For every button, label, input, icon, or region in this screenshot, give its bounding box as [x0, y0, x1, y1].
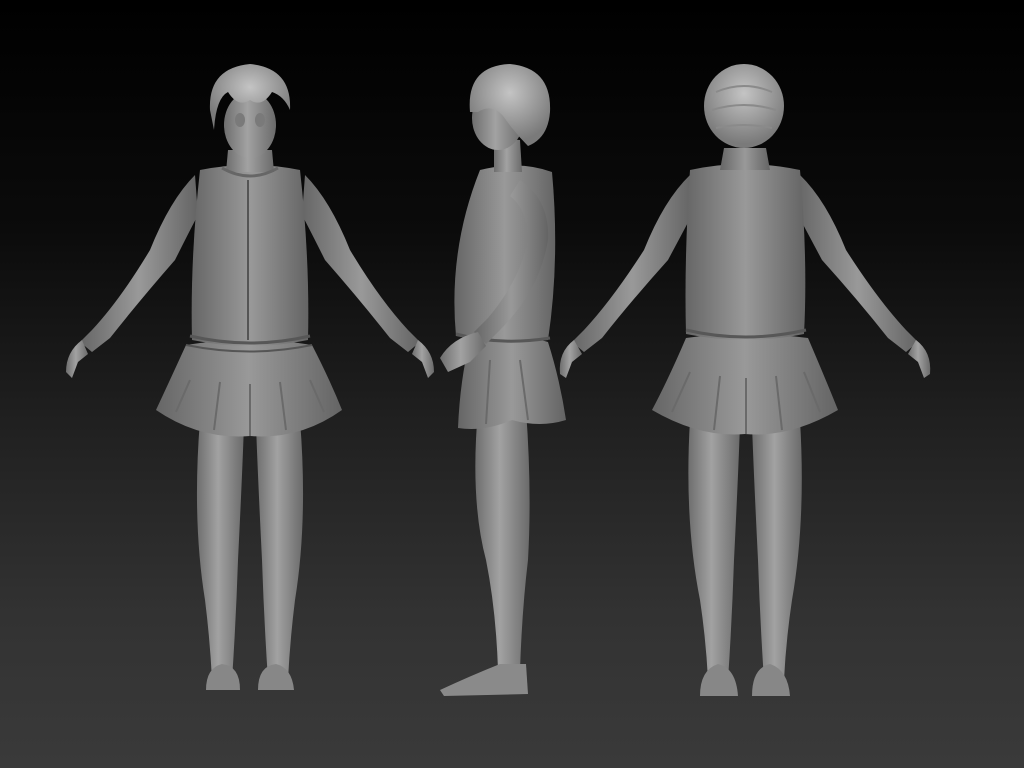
- sculpt-viewport: [0, 0, 1024, 768]
- front-right-arm: [302, 175, 420, 352]
- front-left-leg: [196, 420, 244, 680]
- front-torso: [191, 165, 309, 346]
- side-shoe: [440, 664, 528, 696]
- back-right-arm: [798, 175, 918, 352]
- back-view-figure: [559, 64, 931, 696]
- front-view-figure: [66, 64, 434, 690]
- front-head: [224, 92, 276, 158]
- side-view-figure: [440, 64, 566, 696]
- front-left-arm: [80, 175, 198, 352]
- side-leg: [475, 410, 530, 670]
- back-left-shoe: [700, 664, 738, 696]
- back-left-leg: [688, 420, 740, 680]
- back-right-leg: [752, 420, 802, 680]
- front-right-leg: [256, 420, 304, 680]
- turnaround-render: [66, 64, 931, 696]
- back-torso: [685, 164, 806, 340]
- back-left-arm: [572, 175, 692, 352]
- front-left-shoe: [206, 664, 240, 690]
